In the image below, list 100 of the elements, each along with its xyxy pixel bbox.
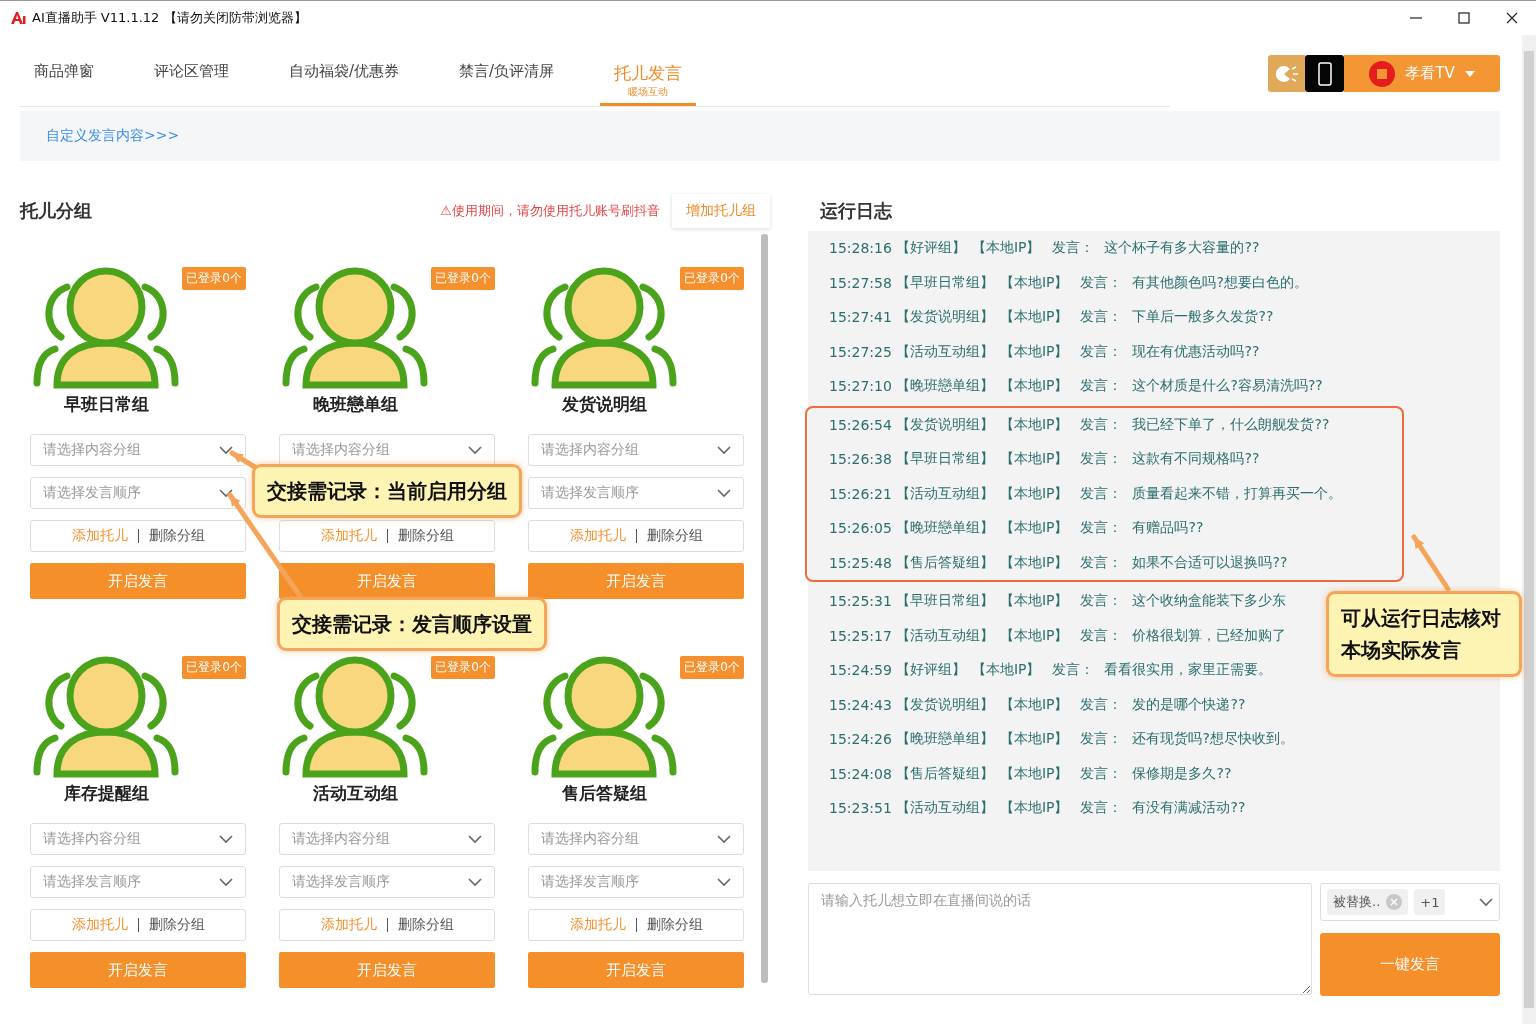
- start-button[interactable]: 开启发言: [30, 563, 246, 599]
- warning-text: ⚠使用期间，请勿使用托儿账号刷抖音: [440, 202, 660, 220]
- tab[interactable]: 商品弹窗: [34, 62, 94, 106]
- chevron-down-icon: [1479, 897, 1493, 907]
- log-ip: 【本地IP】: [999, 484, 1069, 503]
- tab[interactable]: 自动福袋/优惠券: [289, 62, 400, 106]
- select-field[interactable]: 请选择发言顺序: [528, 477, 744, 509]
- chevron-down-icon: [219, 445, 233, 455]
- select-field[interactable]: 请选择发言顺序: [30, 477, 246, 509]
- scrollbar[interactable]: [761, 234, 768, 983]
- group-name: 售后答疑组: [561, 782, 647, 805]
- log-ip: 【本地IP】: [999, 799, 1069, 818]
- add-link[interactable]: 添加托儿: [71, 527, 128, 545]
- delete-link[interactable]: 删除分组: [148, 527, 205, 545]
- log-message: 有其他颜色吗?想要白色的。: [1132, 273, 1308, 292]
- log-label: 发言：: [1080, 519, 1123, 538]
- delete-link[interactable]: 删除分组: [397, 527, 454, 545]
- group-name: 发货说明组: [561, 393, 647, 416]
- chevron-down-icon: [219, 834, 233, 844]
- log-group: 【活动互动组】: [895, 626, 994, 645]
- log-message: 这个杯子有多大容量的??: [1104, 239, 1260, 258]
- log-label: 发言：: [1080, 730, 1123, 749]
- chevron-down-icon: [468, 445, 482, 455]
- select-field[interactable]: 请选择内容分组: [528, 434, 744, 466]
- login-badge: 已登录0个: [431, 656, 495, 679]
- app-logo-icon: [10, 10, 26, 25]
- select-field[interactable]: 请选择内容分组: [528, 823, 744, 855]
- select-field[interactable]: 请选择发言顺序: [528, 866, 744, 898]
- add-link[interactable]: 添加托儿: [71, 916, 128, 934]
- log-ip: 【本地IP】: [999, 273, 1069, 292]
- close-icon[interactable]: [1506, 11, 1518, 24]
- add-link[interactable]: 添加托儿: [320, 916, 377, 934]
- log-message: 现在有优惠活动吗??: [1132, 342, 1260, 361]
- log-group: 【活动互动组】: [895, 484, 994, 503]
- scrollbar[interactable]: [1522, 35, 1536, 1024]
- delete-link[interactable]: 删除分组: [148, 916, 205, 934]
- speaker-icon: [1274, 63, 1299, 84]
- select-field[interactable]: 请选择发言顺序: [30, 866, 246, 898]
- log-message: 还有现货吗?想尽快收到。: [1132, 730, 1294, 749]
- delete-link[interactable]: 删除分组: [397, 916, 454, 934]
- start-button[interactable]: 开启发言: [279, 563, 495, 599]
- chevron-down-icon: [468, 877, 482, 887]
- group-name: 晚班戀单组: [312, 393, 398, 416]
- tab[interactable]: 托儿发言 暖场互动: [600, 62, 697, 106]
- callout: 交接需记录：发言顺序设置: [277, 597, 547, 651]
- log-ip: 【本地IP】: [999, 342, 1069, 361]
- add-link[interactable]: 添加托儿: [569, 916, 626, 934]
- log-group: 【活动互动组】: [895, 342, 994, 361]
- add-link[interactable]: 添加托儿: [320, 527, 377, 545]
- log-time: 15:24:08: [829, 765, 892, 782]
- log-ip: 【本地IP】: [999, 519, 1069, 538]
- tag: +1: [1414, 889, 1446, 915]
- log-message: 质量看起来不错，打算再买一个。: [1132, 484, 1343, 503]
- tab[interactable]: 评论区管理: [154, 62, 229, 106]
- maximize-icon[interactable]: [1458, 11, 1470, 24]
- log-message: 有没有满减活动??: [1132, 799, 1246, 818]
- start-button[interactable]: 开启发言: [528, 563, 744, 599]
- select-field[interactable]: 请选择内容分组: [30, 434, 246, 466]
- log-label: 发言：: [1052, 239, 1095, 258]
- log-group: 【晚班戀单组】: [895, 730, 994, 749]
- chevron-down-icon: [717, 877, 731, 887]
- select-field[interactable]: 请选择内容分组: [279, 823, 495, 855]
- log-time: 15:25:17: [829, 627, 892, 644]
- delete-link[interactable]: 删除分组: [646, 916, 703, 934]
- start-button[interactable]: 开启发言: [30, 952, 246, 988]
- caret-icon: [1464, 70, 1475, 77]
- log-time: 15:26:21: [829, 485, 892, 502]
- log-message: 这款有不同规格吗??: [1132, 450, 1260, 469]
- tag-select[interactable]: 被替换.. +1: [1320, 883, 1500, 921]
- log-label: 发言：: [1080, 377, 1123, 396]
- delete-link[interactable]: 删除分组: [646, 527, 703, 545]
- panel-title: 托儿分组: [20, 199, 93, 223]
- chevron-down-icon: [219, 488, 233, 498]
- stop-record-icon: [1369, 60, 1396, 87]
- custom-content-link[interactable]: 自定义发言内容>>>: [46, 127, 180, 145]
- select-field[interactable]: 请选择发言顺序: [279, 866, 495, 898]
- log-message: 发的是哪个快递??: [1132, 695, 1246, 714]
- log-message: 看看很实用，家里正需要。: [1104, 661, 1273, 680]
- log-message: 价格很划算，已经加购了: [1132, 626, 1287, 645]
- add-group-button[interactable]: 增加托儿组: [672, 194, 770, 228]
- tab[interactable]: 禁言/负评清屏: [459, 62, 555, 106]
- log-label: 发言：: [1080, 273, 1123, 292]
- log-group: 【好评组】: [895, 239, 966, 258]
- start-button[interactable]: 开启发言: [279, 952, 495, 988]
- log-ip: 【本地IP】: [999, 377, 1069, 396]
- send-button[interactable]: 一键发言: [1320, 933, 1500, 996]
- start-button[interactable]: 开启发言: [528, 952, 744, 988]
- log-ip: 【本地IP】: [999, 308, 1069, 327]
- message-input[interactable]: 请输入托儿想立即在直播间说的话: [808, 883, 1312, 995]
- log-label: 发言：: [1080, 415, 1123, 434]
- log-time: 15:24:43: [829, 696, 892, 713]
- add-link[interactable]: 添加托儿: [569, 527, 626, 545]
- account-dropdown[interactable]: 孝看TV: [1344, 55, 1500, 92]
- log-group: 【晚班戀单组】: [895, 377, 994, 396]
- select-field[interactable]: 请选择内容分组: [30, 823, 246, 855]
- phone-button[interactable]: [1305, 55, 1344, 92]
- log-message: 如果不合适可以退换吗??: [1132, 553, 1288, 572]
- select-field[interactable]: 请选择内容分组: [279, 434, 495, 466]
- login-badge: 已登录0个: [680, 656, 744, 679]
- log-group: 【早班日常组】: [895, 450, 994, 469]
